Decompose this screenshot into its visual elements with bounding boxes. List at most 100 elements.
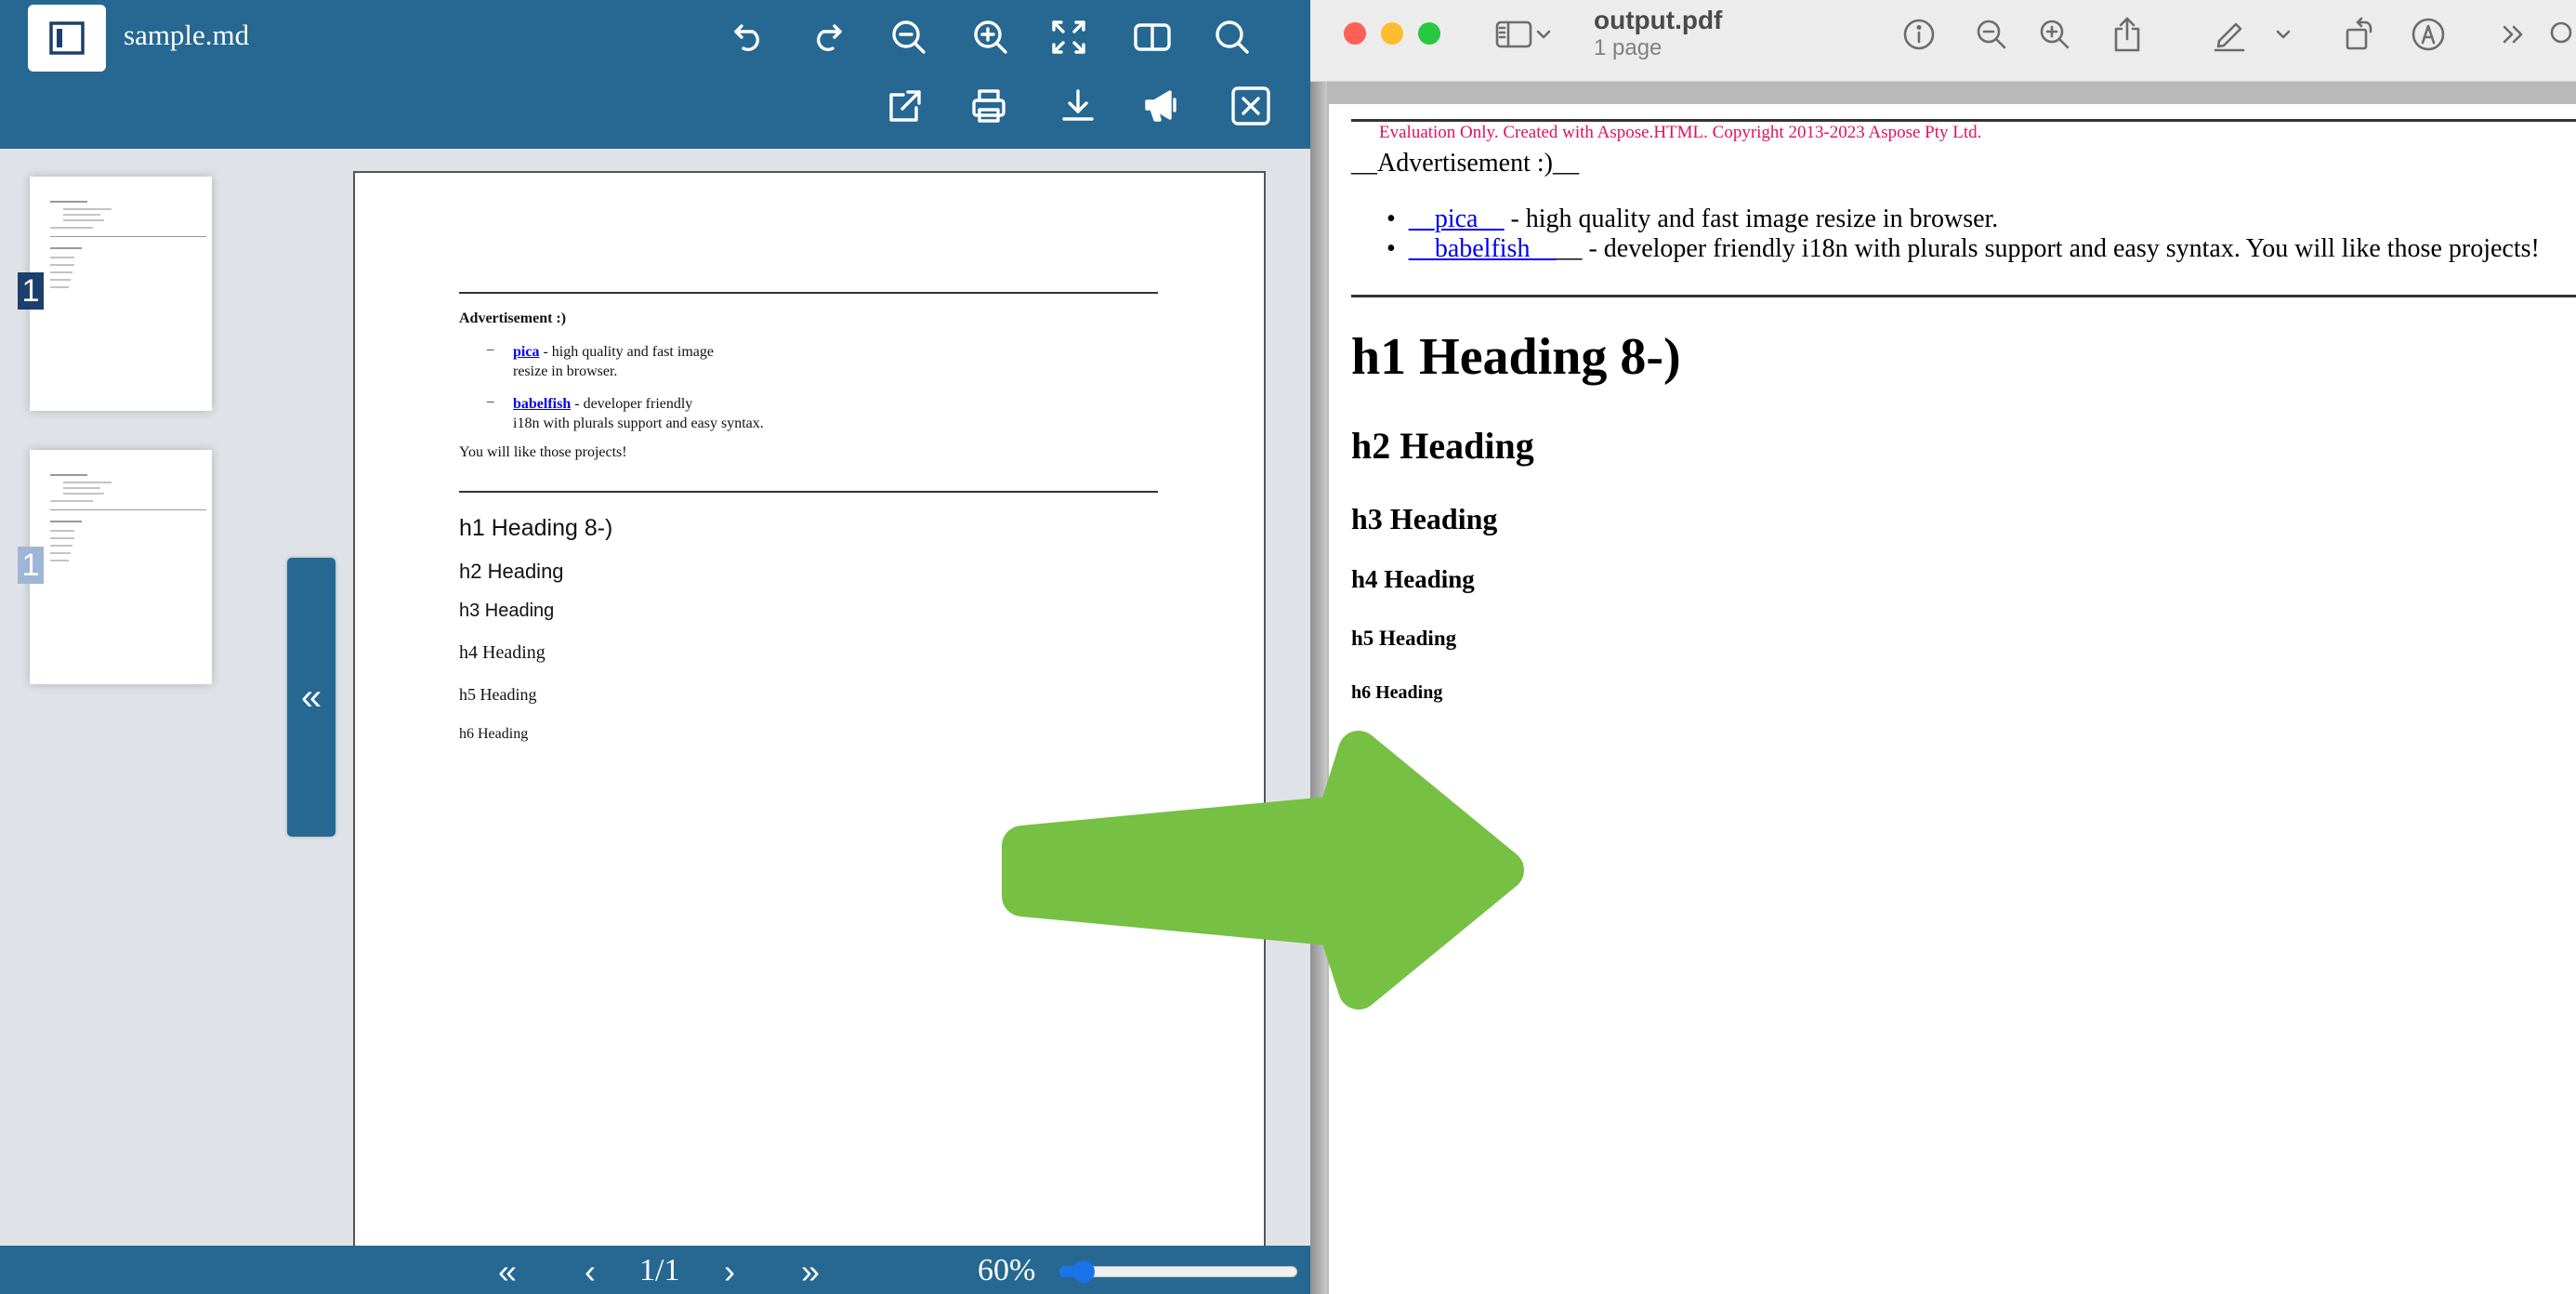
babelfish-link[interactable]: __babelfish__ — [1409, 234, 1557, 263]
ad-title: Advertisement :) — [459, 310, 566, 327]
zoom-out-button[interactable] — [1970, 13, 2013, 56]
zoom-level: 60% — [978, 1253, 1035, 1288]
zoom-slider[interactable] — [1059, 1261, 1297, 1281]
heading-h6: h6 Heading — [459, 726, 528, 743]
two-page-view-icon — [1133, 19, 1172, 56]
trailing-text: You will like those projects! — [459, 444, 627, 461]
thumbnail-panel: 1 1 — [0, 149, 279, 1246]
announcement-button[interactable] — [1134, 78, 1189, 134]
markup-options-dropdown[interactable] — [2269, 13, 2297, 56]
bullet-marker: – — [487, 394, 494, 410]
heading-h1: h1 Heading 8-) — [459, 515, 612, 542]
pica-link[interactable]: pica — [513, 344, 539, 360]
close-button[interactable] — [1223, 78, 1279, 134]
document-viewer: sample.md — [0, 0, 1310, 1294]
last-page-button[interactable]: » — [792, 1249, 829, 1294]
page-thumbnail-1[interactable] — [30, 177, 212, 411]
document-page: Advertisement :) – pica - high quality a… — [353, 171, 1266, 1249]
babelfish-link[interactable]: babelfish — [513, 396, 571, 412]
zoom-slider-handle[interactable] — [1072, 1261, 1095, 1283]
next-page-button[interactable]: › — [716, 1249, 743, 1294]
collapse-panel-button[interactable]: « — [287, 558, 335, 837]
download-button[interactable] — [1050, 78, 1106, 134]
horizontal-rule — [1351, 119, 2576, 122]
print-icon — [970, 87, 1007, 125]
window-edge-shadow — [1310, 82, 1327, 1294]
sidebar-icon — [1495, 20, 1532, 49]
horizontal-rule — [1351, 295, 2576, 297]
sidebar-panel-icon — [48, 20, 85, 57]
previous-page-button[interactable]: ‹ — [576, 1249, 604, 1294]
sidebar-toggle-button[interactable] — [1492, 13, 1535, 56]
list-item: • __babelfish____ - developer friendly i… — [1387, 234, 2540, 264]
redo-icon — [808, 19, 846, 56]
zoom-out-icon — [890, 19, 927, 56]
markup-pen-icon — [2212, 17, 2247, 52]
horizontal-rule — [459, 292, 1158, 294]
window-close-button[interactable] — [1344, 22, 1366, 45]
zoom-in-icon — [2038, 18, 2071, 51]
view-options-dropdown[interactable] — [1531, 13, 1556, 56]
viewer-footer: « ‹ 1/1 › » 60% — [0, 1246, 1310, 1294]
print-button[interactable] — [961, 78, 1017, 134]
undo-icon — [730, 19, 768, 56]
heading-h5: h5 Heading — [1351, 627, 1456, 651]
more-tools-button[interactable] — [2492, 13, 2535, 56]
heading-h3: h3 Heading — [459, 601, 554, 622]
heading-h2: h2 Heading — [1351, 424, 1534, 468]
annotate-icon — [2411, 17, 2446, 52]
zoom-in-button[interactable] — [2033, 13, 2076, 56]
zoom-in-button[interactable] — [963, 9, 1019, 65]
heading-h4: h4 Heading — [459, 642, 545, 664]
zoom-slider-track — [1059, 1266, 1297, 1277]
redo-button[interactable] — [799, 9, 855, 65]
window-title: output.pdf — [1594, 6, 1722, 35]
fullscreen-button[interactable] — [1041, 9, 1097, 65]
zoom-out-button[interactable] — [881, 9, 937, 65]
undo-button[interactable] — [721, 9, 777, 65]
rotate-button[interactable] — [2338, 13, 2381, 56]
horizontal-rule — [459, 491, 1158, 493]
page-indicator: 1/1 — [639, 1253, 679, 1288]
window-titlebar: output.pdf 1 page — [1310, 0, 2576, 82]
bullet-marker: – — [487, 342, 494, 358]
search-button[interactable] — [2546, 13, 2576, 56]
evaluation-watermark: Evaluation Only. Created with Aspose.HTM… — [1379, 123, 1981, 143]
two-page-view-button[interactable] — [1124, 9, 1180, 65]
share-button[interactable] — [2106, 13, 2149, 56]
info-button[interactable] — [1898, 13, 1940, 56]
search-icon — [1214, 19, 1251, 56]
share-icon — [2110, 16, 2144, 53]
heading-h2: h2 Heading — [459, 560, 564, 584]
markup-button[interactable] — [2208, 13, 2251, 56]
search-icon — [2546, 20, 2576, 49]
download-icon — [1059, 87, 1097, 125]
heading-h5: h5 Heading — [459, 685, 536, 705]
open-external-button[interactable] — [877, 78, 933, 134]
announcement-icon — [1142, 87, 1181, 125]
sidebar-toggle-button[interactable] — [28, 5, 106, 72]
ad-title: __Advertisement :)__ — [1351, 149, 1579, 178]
more-icon — [2499, 20, 2529, 49]
list-item: babelfish - developer friendly i18n with… — [513, 394, 764, 433]
zoom-out-icon — [1975, 18, 2008, 51]
chevron-down-icon — [2274, 25, 2293, 44]
document-file-name: sample.md — [124, 19, 249, 52]
pica-link[interactable]: __pica__ — [1409, 205, 1505, 233]
fullscreen-icon — [1050, 19, 1087, 56]
heading-h1: h1 Heading 8-) — [1351, 327, 1681, 387]
chevron-down-icon — [1534, 25, 1553, 44]
search-button[interactable] — [1204, 9, 1260, 65]
annotate-button[interactable] — [2407, 13, 2450, 56]
rotate-icon — [2343, 17, 2376, 52]
heading-h3: h3 Heading — [1351, 502, 1497, 536]
viewer-header: sample.md — [0, 0, 1310, 149]
page-count: 1 page — [1594, 35, 1662, 61]
page-thumbnail-2[interactable] — [30, 450, 212, 684]
window-minimize-button[interactable] — [1381, 22, 1403, 45]
thumbnail-page-number: 1 — [18, 547, 44, 584]
window-zoom-button[interactable] — [1418, 22, 1440, 45]
first-page-button[interactable]: « — [489, 1249, 526, 1294]
list-item: pica - high quality and fast image resiz… — [513, 342, 714, 381]
heading-h4: h4 Heading — [1351, 565, 1475, 594]
